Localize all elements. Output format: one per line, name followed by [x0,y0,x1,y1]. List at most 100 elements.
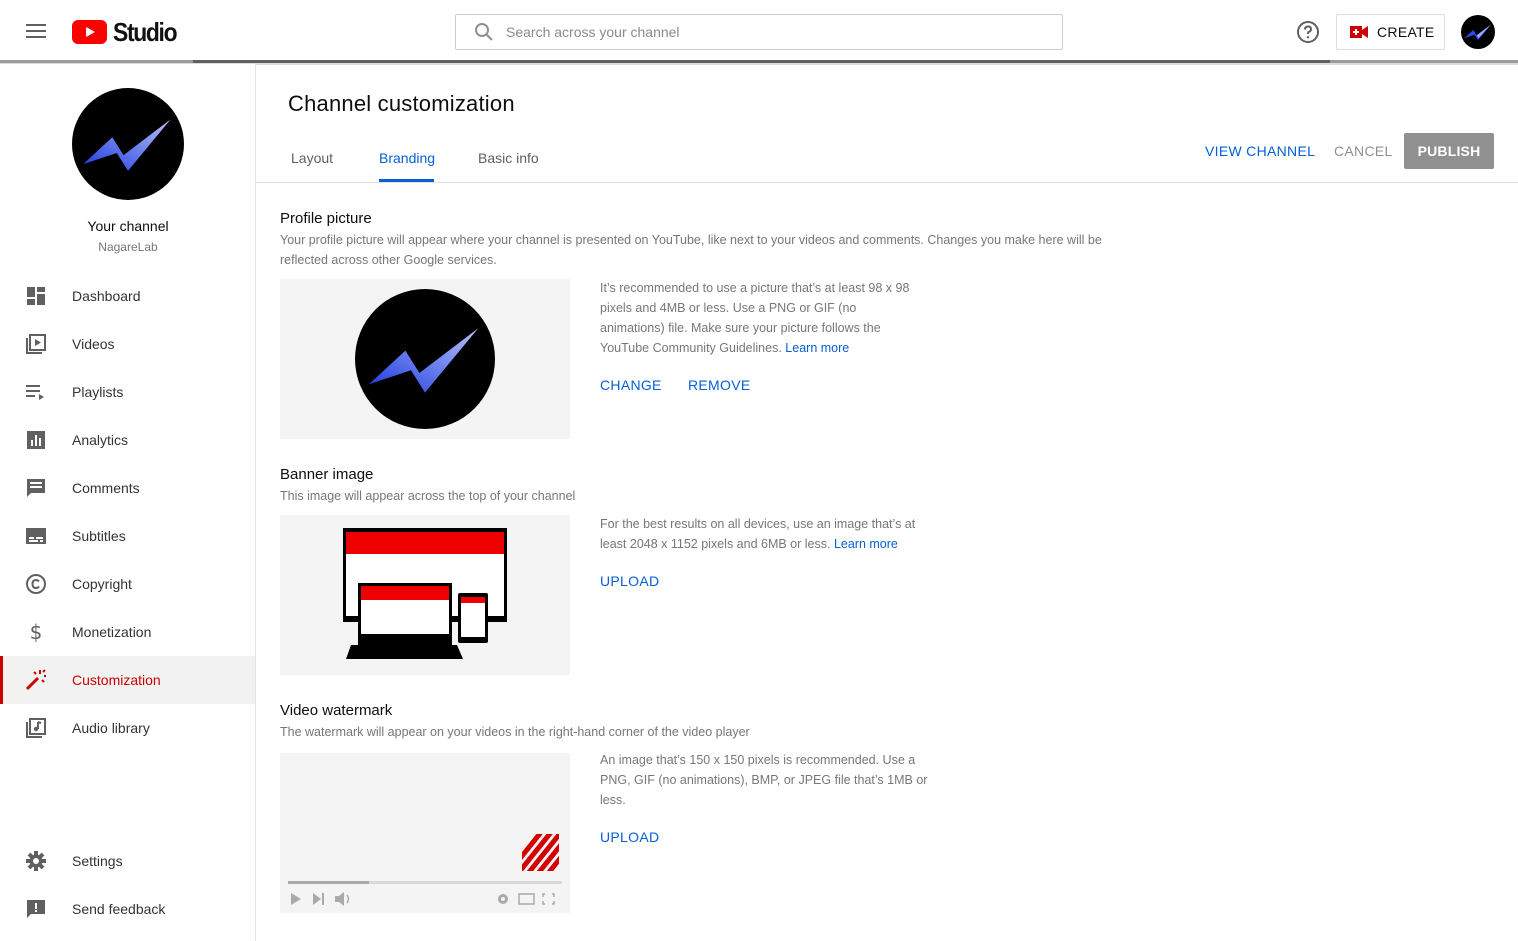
watermark-info-line2: PNG, GIF (no animations), BMP, or JPEG f… [600,773,928,787]
sidebar-item-copyright[interactable]: Copyright [0,560,255,608]
channel-logo-icon [83,119,171,171]
left-navigation: Your channel NagareLab Dashboard Videos … [0,64,256,941]
sidebar-item-label: Analytics [72,432,129,448]
sidebar-item-analytics[interactable]: Analytics [0,416,255,464]
youtube-studio-logo[interactable]: Studio [72,16,185,47]
page-title: Channel customization [288,91,515,116]
sidebar-item-settings[interactable]: Settings [0,837,255,885]
channel-avatar[interactable] [72,88,184,200]
profile-info-line2: pixels and 4MB or less. Use a PNG or GIF… [600,301,857,315]
search-input[interactable] [506,24,1026,40]
search-box[interactable] [455,14,1063,50]
comments-icon [25,477,47,499]
banner-image-info: For the best results on all devices, use… [600,514,940,554]
profile-learn-more-link[interactable]: Learn more [785,341,849,355]
dashboard-icon [25,285,47,307]
sidebar-item-label: Copyright [72,576,132,592]
svg-text:$: $ [30,621,43,643]
top-app-bar: Studio CREATE [0,0,1518,61]
banner-image-title: Banner image [280,466,374,483]
gear-icon [25,850,47,872]
publish-button[interactable]: PUBLISH [1404,133,1494,169]
profile-info-line1: It’s recommended to use a picture that’s… [600,281,910,295]
profile-info-line4-wrap: YouTube Community Guidelines. Learn more [600,338,940,358]
hamburger-menu-icon[interactable] [22,20,50,42]
video-watermark-preview [280,753,570,913]
profile-picture-preview [280,279,570,439]
analytics-icon [25,429,47,451]
profile-picture-description-line1: Your profile picture will appear where y… [280,233,1102,247]
audio-library-icon [25,717,47,739]
loading-progress-bar [193,60,1330,63]
video-player-illustration [281,753,569,913]
watermark-info-line3: less. [600,793,626,807]
sidebar-item-label: Comments [72,480,140,496]
profile-picture-description-line2: reflected across other Google services. [280,253,497,267]
sidebar-item-subtitles[interactable]: Subtitles [0,512,255,560]
profile-info-line4: YouTube Community Guidelines. [600,341,782,355]
sidebar-item-monetization[interactable]: $ Monetization [0,608,255,656]
sidebar-item-playlists[interactable]: Playlists [0,368,255,416]
sidebar-item-label: Settings [72,853,123,869]
watermark-info-line1: An image that’s 150 x 150 pixels is reco… [600,753,916,767]
videos-icon [25,333,47,355]
view-channel-button[interactable]: VIEW CHANNEL [1205,143,1315,159]
copyright-icon [25,573,47,595]
video-camera-icon [1350,26,1368,38]
cancel-button[interactable]: CANCEL [1334,143,1393,159]
sidebar-item-label: Dashboard [72,288,141,304]
youtube-logo-icon [72,20,107,44]
sidebar-item-videos[interactable]: Videos [0,320,255,368]
help-icon[interactable] [1296,20,1320,44]
account-avatar[interactable] [1461,15,1495,49]
profile-info-line3: animations) file. Make sure your picture… [600,321,881,335]
sidebar-item-dashboard[interactable]: Dashboard [0,272,255,320]
tab-layout[interactable]: Layout [291,150,333,166]
sidebar-item-label: Playlists [72,384,124,400]
banner-image-preview [280,515,570,675]
sidebar-item-label: Subtitles [72,528,126,544]
banner-learn-more-link[interactable]: Learn more [834,537,898,551]
header-divider [0,60,193,63]
sidebar-item-customization[interactable]: Customization [0,656,255,704]
tabs-divider [256,182,1518,183]
channel-title: Your channel [87,218,169,234]
profile-picture-image [355,289,495,429]
tab-basic-info[interactable]: Basic info [478,150,539,166]
banner-info-line1: For the best results on all devices, use… [600,517,916,531]
channel-name: NagareLab [98,240,158,254]
header-divider-right [1330,60,1518,63]
subtitles-icon [25,525,47,547]
create-button[interactable]: CREATE [1336,14,1445,50]
playlists-icon [25,381,47,403]
upload-watermark-button[interactable]: UPLOAD [600,829,659,845]
sidebar-item-label: Audio library [72,720,150,736]
banner-image-description: This image will appear across the top of… [280,489,576,503]
channel-logo-icon [1464,24,1491,41]
devices-illustration [343,528,507,659]
create-label: CREATE [1377,24,1435,40]
video-watermark-title: Video watermark [280,702,393,719]
magic-wand-icon [25,669,47,691]
banner-info-line2: least 2048 x 1152 pixels and 6MB or less… [600,537,831,551]
logo-text: Studio [113,16,178,47]
profile-picture-title: Profile picture [280,210,372,227]
search-icon [475,23,493,41]
sidebar-item-send-feedback[interactable]: Send feedback [0,885,255,933]
remove-profile-picture-button[interactable]: REMOVE [688,377,750,393]
sidebar-item-comments[interactable]: Comments [0,464,255,512]
sidebar-item-label: Send feedback [72,901,166,917]
video-watermark-info: An image that’s 150 x 150 pixels is reco… [600,750,940,810]
upload-banner-button[interactable]: UPLOAD [600,573,659,589]
sidebar-item-label: Customization [72,672,161,688]
profile-picture-info: It’s recommended to use a picture that’s… [600,278,940,358]
sidebar-item-label: Monetization [72,624,152,640]
banner-info-line2-wrap: least 2048 x 1152 pixels and 6MB or less… [600,534,940,554]
sidebar-item-audio-library[interactable]: Audio library [0,704,255,752]
sidebar-item-label: Videos [72,336,115,352]
change-profile-picture-button[interactable]: CHANGE [600,377,662,393]
feedback-icon [25,898,47,920]
video-watermark-description: The watermark will appear on your videos… [280,725,750,739]
dollar-icon: $ [25,621,47,643]
tab-branding[interactable]: Branding [379,150,435,166]
